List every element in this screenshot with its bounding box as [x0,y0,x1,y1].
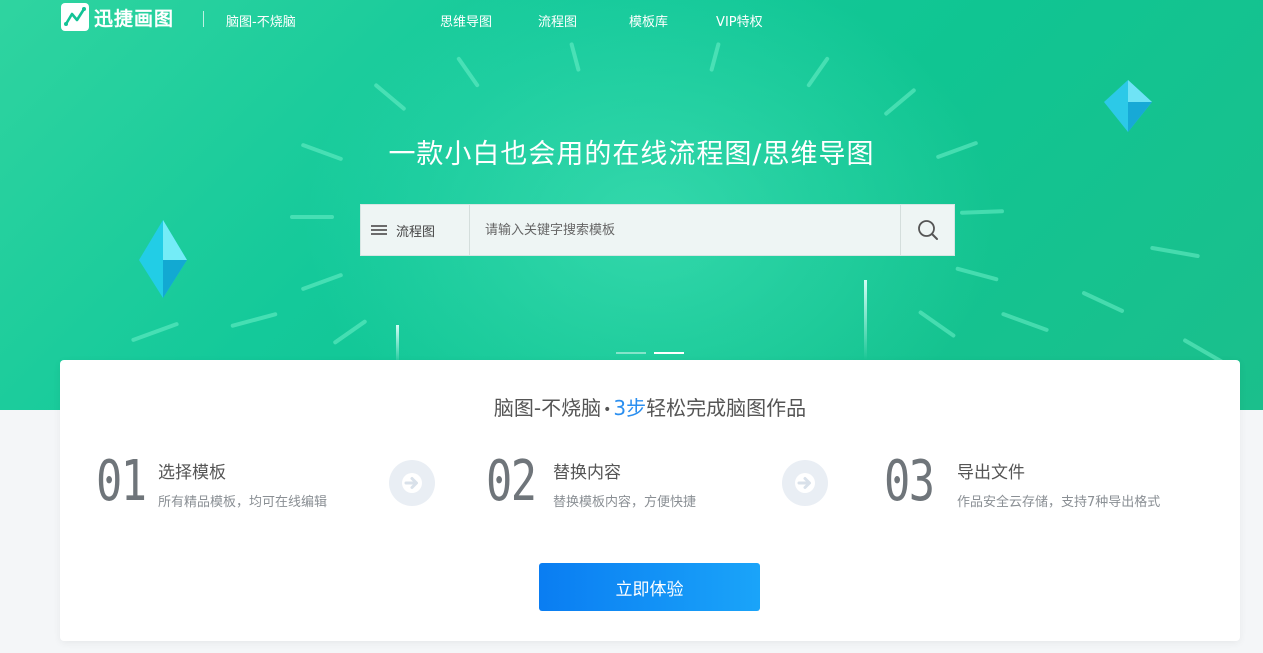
decor-gem [139,220,187,298]
carousel-dot-2[interactable] [654,352,684,354]
decor-ray [290,215,334,219]
decor-beam [864,280,867,360]
decor-ray [1081,290,1125,314]
arrow-right-icon [389,460,435,506]
decor-ray [1000,311,1050,333]
step-2: 02 替换内容 替换模板内容，方便快捷 [486,450,696,514]
step-description: 所有精品模板，均可在线编辑 [158,495,328,510]
decor-ray [230,311,278,329]
step-number: 01 [96,449,147,514]
decor-ray [130,321,180,343]
carousel-dot-1[interactable] [616,352,646,354]
nav-slogan: 脑图-不烧脑 [226,15,296,30]
nav-link-templates[interactable]: 模板库 [629,11,668,30]
nav-divider [203,11,204,27]
top-nav: 迅捷画图 脑图-不烧脑 思维导图 流程图 模板库 VIP特权 [0,0,1263,38]
hero-title: 一款小白也会用的在线流程图/思维导图 [388,139,875,170]
card-title-prefix: 脑图-不烧脑 [493,396,602,420]
step-title: 导出文件 [957,463,1025,483]
card-title-suffix: 轻松完成脑图作品 [646,396,807,420]
hamburger-icon [371,225,387,235]
decor-beam [396,325,399,365]
step-description: 作品安全云存储，支持7种导出格式 [957,495,1161,510]
arrow-right-icon [782,460,828,506]
nav-link-mindmap[interactable]: 思维导图 [440,11,492,30]
search-button[interactable] [900,205,954,255]
nav-links: 思维导图 流程图 模板库 VIP特权 [440,11,809,30]
step-number: 02 [486,449,537,514]
search-bar: 流程图 [360,204,955,256]
search-icon [917,220,938,240]
step-description: 替换模板内容，方便快捷 [553,495,697,510]
nav-link-flowchart[interactable]: 流程图 [538,11,577,30]
step-title: 选择模板 [158,463,226,483]
step-title: 替换内容 [553,463,621,483]
card-title-highlight: 3步 [613,396,647,420]
card-title: 脑图-不烧脑 • 3步轻松完成脑图作品 [60,392,1240,421]
logo[interactable]: 迅捷画图 [61,3,174,31]
decor-gem [1104,80,1152,132]
try-now-button[interactable]: 立即体验 [539,563,760,611]
step-1: 01 选择模板 所有精品模板，均可在线编辑 [96,450,327,514]
steps-card: 脑图-不烧脑 • 3步轻松完成脑图作品 01 选择模板 所有精品模板，均可在线编辑 … [60,360,1240,641]
decor-ray [1150,245,1200,259]
step-number: 03 [884,449,935,514]
search-input[interactable] [470,205,900,255]
carousel-indicators [616,352,692,354]
search-category-label: 流程图 [396,224,436,240]
card-title-separator: • [603,401,612,418]
logo-text: 迅捷画图 [94,7,175,30]
nav-link-vip[interactable]: VIP特权 [716,11,763,30]
search-category-dropdown[interactable]: 流程图 [361,205,470,255]
step-3: 03 导出文件 作品安全云存储，支持7种导出格式 [884,450,1160,514]
chart-line-icon [61,3,89,31]
